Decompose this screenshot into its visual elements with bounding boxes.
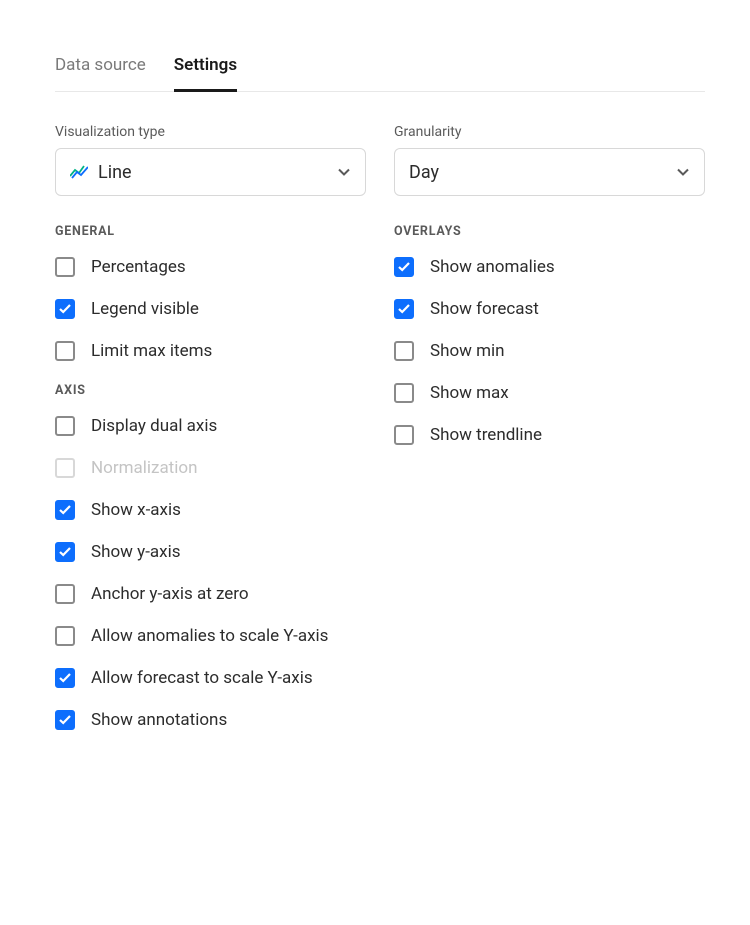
check-icon	[59, 304, 71, 314]
chevron-down-icon	[337, 165, 351, 179]
show-annotations-label: Show annotations	[91, 710, 227, 730]
anchor-y-zero-checkbox-row[interactable]: Anchor y-axis at zero	[55, 584, 366, 604]
line-chart-icon	[70, 165, 88, 179]
allow-forecast-scale-label: Allow forecast to scale Y-axis	[91, 668, 313, 688]
legend-visible-label: Legend visible	[91, 299, 199, 319]
show-y-axis-checkbox-row[interactable]: Show y-axis	[55, 542, 366, 562]
check-icon	[59, 715, 71, 725]
show-y-axis-checkbox	[55, 542, 75, 562]
check-icon	[59, 505, 71, 515]
granularity-select[interactable]: Day	[394, 148, 705, 196]
tab-settings[interactable]: Settings	[174, 55, 237, 92]
overlays-heading: OVERLAYS	[394, 224, 705, 239]
tabs: Data source Settings	[55, 55, 705, 92]
general-heading: GENERAL	[55, 224, 366, 239]
allow-forecast-scale-checkbox-row[interactable]: Allow forecast to scale Y-axis	[55, 668, 366, 688]
display-dual-axis-label: Display dual axis	[91, 416, 217, 436]
check-icon	[398, 304, 410, 314]
show-annotations-checkbox-row[interactable]: Show annotations	[55, 710, 366, 730]
normalization-checkbox	[55, 458, 75, 478]
show-anomalies-checkbox	[394, 257, 414, 277]
normalization-label: Normalization	[91, 458, 197, 478]
show-min-checkbox	[394, 341, 414, 361]
show-min-checkbox-row[interactable]: Show min	[394, 341, 705, 361]
axis-heading: AXIS	[55, 383, 366, 398]
chevron-down-icon	[676, 165, 690, 179]
allow-forecast-scale-checkbox	[55, 668, 75, 688]
allow-anomalies-scale-checkbox	[55, 626, 75, 646]
legend-visible-checkbox-row[interactable]: Legend visible	[55, 299, 366, 319]
show-trendline-checkbox-row[interactable]: Show trendline	[394, 425, 705, 445]
visualization-type-label: Visualization type	[55, 124, 366, 140]
allow-anomalies-scale-label: Allow anomalies to scale Y-axis	[91, 626, 328, 646]
percentages-label: Percentages	[91, 257, 186, 277]
show-max-label: Show max	[430, 383, 509, 403]
display-dual-axis-checkbox	[55, 416, 75, 436]
granularity-value: Day	[409, 162, 439, 183]
show-annotations-checkbox	[55, 710, 75, 730]
limit-max-items-checkbox-row[interactable]: Limit max items	[55, 341, 366, 361]
show-forecast-label: Show forecast	[430, 299, 539, 319]
normalization-checkbox-row: Normalization	[55, 458, 366, 478]
percentages-checkbox	[55, 257, 75, 277]
allow-anomalies-scale-checkbox-row[interactable]: Allow anomalies to scale Y-axis	[55, 626, 366, 646]
show-y-axis-label: Show y-axis	[91, 542, 180, 562]
tab-data-source[interactable]: Data source	[55, 55, 146, 92]
show-anomalies-checkbox-row[interactable]: Show anomalies	[394, 257, 705, 277]
limit-max-items-checkbox	[55, 341, 75, 361]
show-x-axis-checkbox-row[interactable]: Show x-axis	[55, 500, 366, 520]
check-icon	[59, 547, 71, 557]
show-x-axis-checkbox	[55, 500, 75, 520]
show-anomalies-label: Show anomalies	[430, 257, 555, 277]
check-icon	[59, 673, 71, 683]
visualization-type-select[interactable]: Line	[55, 148, 366, 196]
display-dual-axis-checkbox-row[interactable]: Display dual axis	[55, 416, 366, 436]
check-icon	[398, 262, 410, 272]
show-min-label: Show min	[430, 341, 505, 361]
legend-visible-checkbox	[55, 299, 75, 319]
show-trendline-label: Show trendline	[430, 425, 542, 445]
limit-max-items-label: Limit max items	[91, 341, 212, 361]
show-trendline-checkbox	[394, 425, 414, 445]
granularity-label: Granularity	[394, 124, 705, 140]
percentages-checkbox-row[interactable]: Percentages	[55, 257, 366, 277]
show-forecast-checkbox-row[interactable]: Show forecast	[394, 299, 705, 319]
show-forecast-checkbox	[394, 299, 414, 319]
visualization-type-value: Line	[98, 162, 132, 183]
show-max-checkbox	[394, 383, 414, 403]
show-x-axis-label: Show x-axis	[91, 500, 181, 520]
anchor-y-zero-checkbox	[55, 584, 75, 604]
show-max-checkbox-row[interactable]: Show max	[394, 383, 705, 403]
anchor-y-zero-label: Anchor y-axis at zero	[91, 584, 249, 604]
